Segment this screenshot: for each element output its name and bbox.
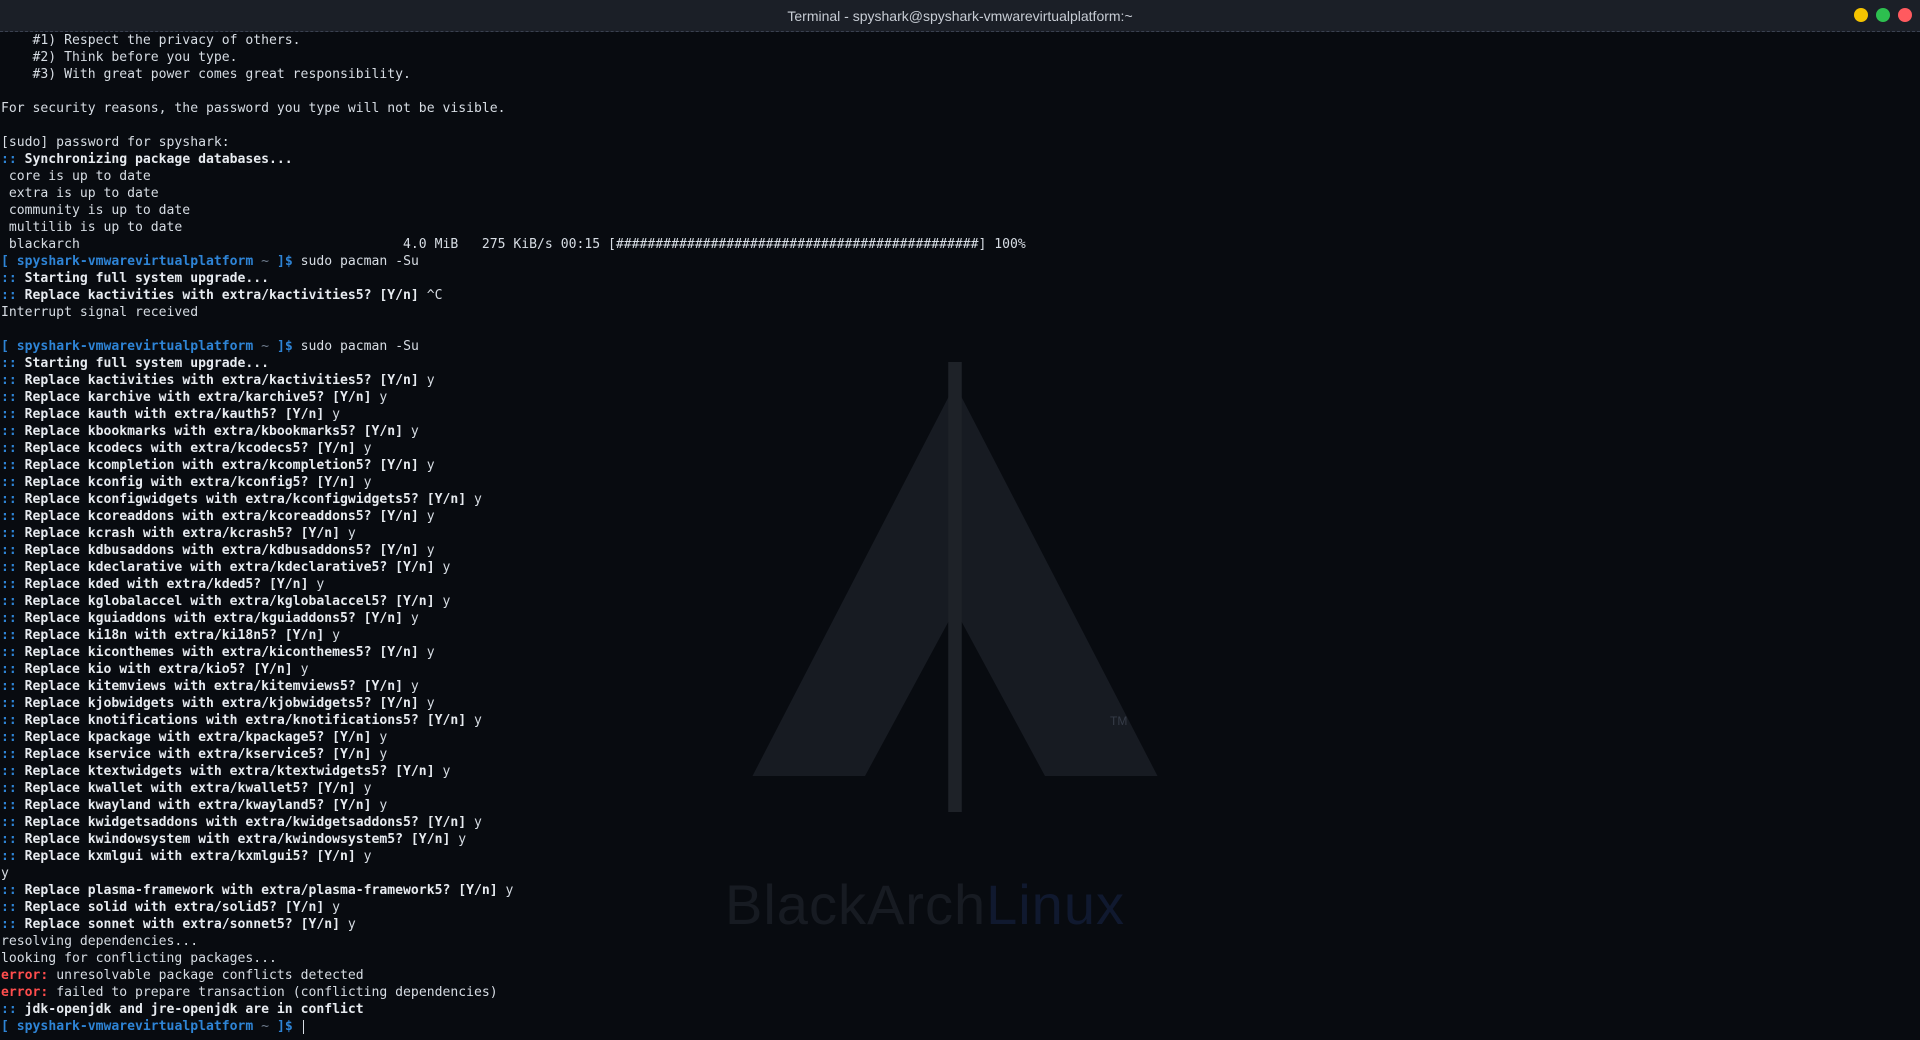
replace-prompt-line: :: Replace kwindowsystem with extra/kwin… <box>1 832 467 847</box>
terminal-line: multilib is up to date <box>1 220 183 235</box>
replace-prompt-line: :: Replace kio with extra/kio5? [Y/n] y <box>1 662 309 677</box>
terminal-line: resolving dependencies... <box>1 934 199 949</box>
replace-prompt-line: :: Replace kglobalaccel with extra/kglob… <box>1 594 451 609</box>
replace-prompt-line: :: Replace kcodecs with extra/kcodecs5? … <box>1 441 372 456</box>
terminal-line: :: Synchronizing package databases... <box>1 152 293 167</box>
terminal-line: community is up to date <box>1 203 191 218</box>
replace-prompt-line: :: Replace kded with extra/kded5? [Y/n] … <box>1 577 325 592</box>
terminal-output: #1) Respect the privacy of others. #2) T… <box>0 32 1920 1040</box>
replace-prompt-line: :: Replace kwidgetsaddons with extra/kwi… <box>1 815 482 830</box>
replace-prompt-line: :: Replace kxmlgui with extra/kxmlgui5? … <box>1 849 372 864</box>
replace-prompt-line: :: Replace karchive with extra/karchive5… <box>1 390 388 405</box>
replace-prompt-line: :: Replace ki18n with extra/ki18n5? [Y/n… <box>1 628 340 643</box>
terminal-line: y <box>1 866 9 881</box>
terminal-line: Interrupt signal received <box>1 305 199 320</box>
terminal-line: [sudo] password for spyshark: <box>1 135 230 150</box>
replace-prompt-line: :: Replace kwallet with extra/kwallet5? … <box>1 781 372 796</box>
window-controls <box>1854 8 1912 22</box>
terminal-line: #2) Think before you type. <box>1 50 238 65</box>
terminal-line: #1) Respect the privacy of others. <box>1 33 301 48</box>
maximize-button[interactable] <box>1876 8 1890 22</box>
replace-prompt-line: :: Replace kactivities with extra/kactiv… <box>1 373 435 388</box>
replace-prompt-line: :: Replace kcompletion with extra/kcompl… <box>1 458 435 473</box>
replace-prompt-line: :: Replace kcrash with extra/kcrash5? [Y… <box>1 526 356 541</box>
replace-prompt-line: :: Replace solid with extra/solid5? [Y/n… <box>1 900 340 915</box>
terminal-line: For security reasons, the password you t… <box>1 101 506 116</box>
terminal-line: :: Replace kactivities with extra/kactiv… <box>1 288 443 303</box>
terminal-line: looking for conflicting packages... <box>1 951 277 966</box>
replace-prompt-line: :: Replace kjobwidgets with extra/kjobwi… <box>1 696 435 711</box>
replace-prompt-line: :: Replace kconfigwidgets with extra/kco… <box>1 492 482 507</box>
progress-line: blackarch 4.0 MiB 275 KiB/s 00:15 [#####… <box>1 237 1026 252</box>
replace-prompt-line: :: Replace kconfig with extra/kconfig5? … <box>1 475 372 490</box>
replace-prompt-line: :: Replace plasma-framework with extra/p… <box>1 883 514 898</box>
window-titlebar[interactable]: Terminal - spyshark@spyshark-vmwarevirtu… <box>0 0 1920 32</box>
terminal-line: #3) With great power comes great respons… <box>1 67 411 82</box>
replace-prompt-line: :: Replace kguiaddons with extra/kguiadd… <box>1 611 419 626</box>
prompt-line[interactable]: [ spyshark-vmwarevirtualplatform ~ ]$ <box>1 1018 304 1035</box>
terminal-line: core is up to date <box>1 169 151 184</box>
close-button[interactable] <box>1898 8 1912 22</box>
window-title: Terminal - spyshark@spyshark-vmwarevirtu… <box>787 8 1133 24</box>
replace-prompt-line: :: Replace knotifications with extra/kno… <box>1 713 482 728</box>
replace-prompt-line: :: Replace kwayland with extra/kwayland5… <box>1 798 388 813</box>
terminal-line: :: Starting full system upgrade... <box>1 271 270 286</box>
minimize-button[interactable] <box>1854 8 1868 22</box>
terminal-line: :: jdk-openjdk and jre-openjdk are in co… <box>1 1002 364 1017</box>
replace-prompt-line: :: Replace kdeclarative with extra/kdecl… <box>1 560 451 575</box>
terminal-area[interactable]: TM BlackArchLinux #1) Respect the privac… <box>0 32 1920 1040</box>
replace-prompt-line: :: Replace kservice with extra/kservice5… <box>1 747 388 762</box>
error-line: error: failed to prepare transaction (co… <box>1 985 498 1000</box>
replace-prompt-line: :: Replace kdbusaddons with extra/kdbusa… <box>1 543 435 558</box>
replace-prompt-line: :: Replace ktextwidgets with extra/ktext… <box>1 764 451 779</box>
terminal-line: extra is up to date <box>1 186 159 201</box>
replace-prompt-line: :: Replace kauth with extra/kauth5? [Y/n… <box>1 407 340 422</box>
prompt-line: [ spyshark-vmwarevirtualplatform ~ ]$ su… <box>1 339 419 354</box>
replace-prompt-line: :: Replace sonnet with extra/sonnet5? [Y… <box>1 917 356 932</box>
replace-prompt-line: :: Replace kitemviews with extra/kitemvi… <box>1 679 419 694</box>
replace-prompt-line: :: Replace kbookmarks with extra/kbookma… <box>1 424 419 439</box>
replace-prompt-line: :: Replace kcoreaddons with extra/kcorea… <box>1 509 435 524</box>
replace-prompt-line: :: Replace kiconthemes with extra/kicont… <box>1 645 435 660</box>
error-line: error: unresolvable package conflicts de… <box>1 968 364 983</box>
replace-prompt-line: :: Replace kpackage with extra/kpackage5… <box>1 730 388 745</box>
terminal-line: :: Starting full system upgrade... <box>1 356 270 371</box>
prompt-line: [ spyshark-vmwarevirtualplatform ~ ]$ su… <box>1 254 419 269</box>
text-cursor <box>302 1019 304 1034</box>
